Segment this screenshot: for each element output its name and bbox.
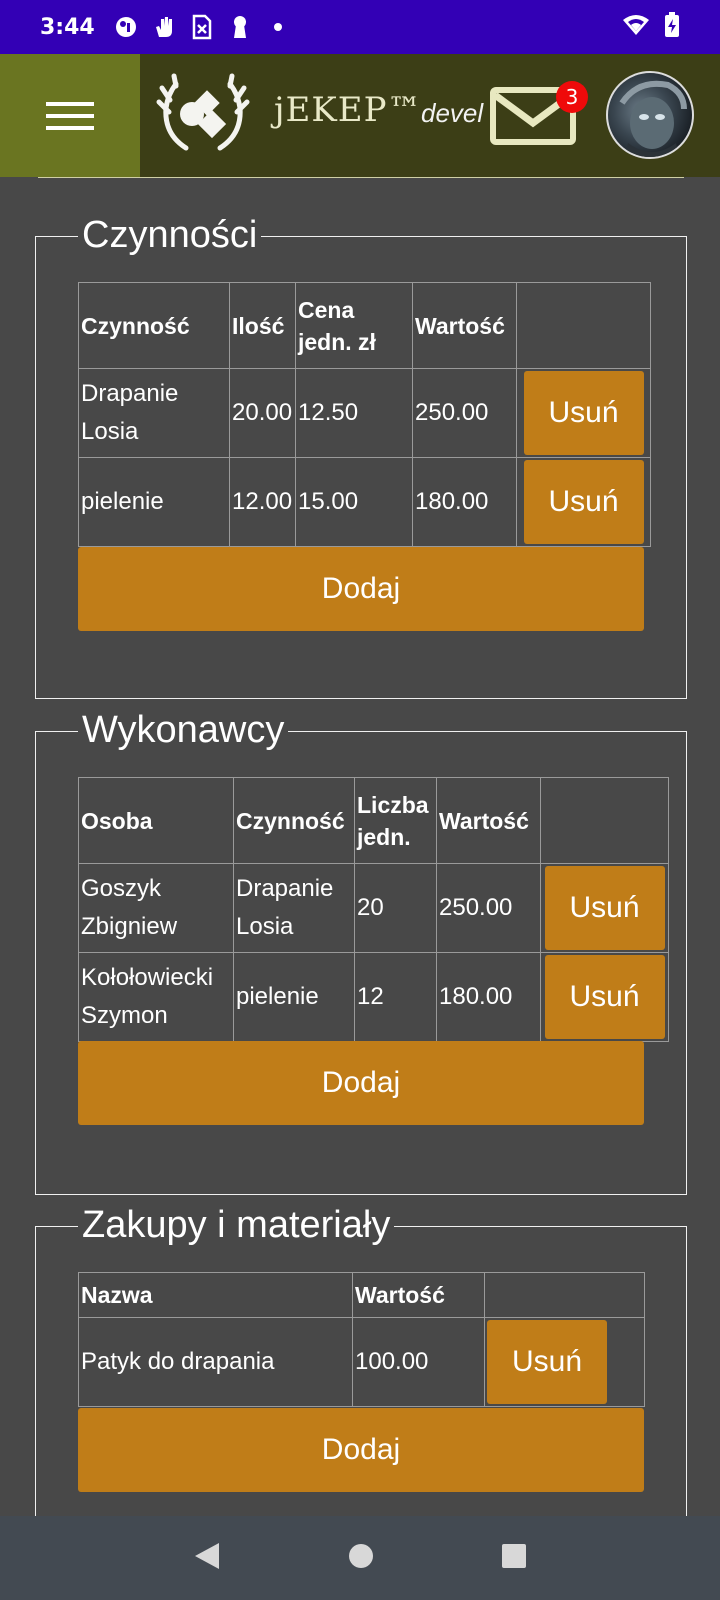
delete-button[interactable]: Usuń bbox=[544, 955, 665, 1039]
purchases-title: Zakupy i materiały bbox=[78, 1203, 395, 1247]
column-header: Czynność bbox=[233, 777, 355, 864]
column-header: Liczba jedn. bbox=[354, 777, 437, 864]
cell-price: 15.00 bbox=[295, 457, 413, 547]
table-row: pielenie 12.00 15.00 180.00 Usuń bbox=[78, 457, 651, 547]
hand-icon bbox=[151, 14, 177, 40]
column-header: Wartość bbox=[412, 282, 517, 369]
table-row: Drapanie Losia 20.00 12.50 250.00 Usuń bbox=[78, 368, 651, 458]
contractors-table: Osoba Czynność Liczba jedn. Wartość Gosz… bbox=[78, 777, 669, 1042]
cell-person: Kołołowiecki Szymon bbox=[78, 952, 234, 1042]
mail-count-badge: 3 bbox=[556, 81, 588, 113]
cell-units: 12 bbox=[354, 952, 437, 1042]
column-header: Osoba bbox=[78, 777, 234, 864]
column-header-empty bbox=[540, 777, 669, 864]
table-row: Goszyk Zbigniew Drapanie Losia 20 250.00… bbox=[78, 863, 669, 953]
antlers-logo[interactable] bbox=[156, 72, 250, 156]
cell-activity: Drapanie Losia bbox=[233, 863, 355, 953]
cell-activity: pielenie bbox=[233, 952, 355, 1042]
cell-action: Usuń bbox=[540, 952, 669, 1042]
cell-name: Patyk do drapania bbox=[78, 1317, 353, 1407]
column-header: Wartość bbox=[352, 1272, 485, 1318]
cell-value: 180.00 bbox=[436, 952, 541, 1042]
table-row: Kołołowiecki Szymon pielenie 12 180.00 U… bbox=[78, 952, 669, 1042]
delete-button[interactable]: Usuń bbox=[544, 866, 665, 950]
app-header: jEKEP™ devel 3 bbox=[0, 54, 720, 177]
delete-button[interactable]: Usuń bbox=[523, 460, 644, 544]
column-header: Cena jedn. zł bbox=[295, 282, 413, 369]
column-header-empty bbox=[516, 282, 651, 369]
back-icon[interactable] bbox=[193, 1541, 221, 1576]
cell-price: 12.50 bbox=[295, 368, 413, 458]
cell-person: Goszyk Zbigniew bbox=[78, 863, 234, 953]
delete-button[interactable]: Usuń bbox=[487, 1320, 607, 1404]
cell-value: 250.00 bbox=[436, 863, 541, 953]
cell-action: Usuń bbox=[484, 1317, 645, 1407]
column-header: Wartość bbox=[436, 777, 541, 864]
contractors-section: Wykonawcy Osoba Czynność Liczba jedn. Wa… bbox=[35, 708, 687, 1195]
cell-units: 20 bbox=[354, 863, 437, 953]
keyhole-icon bbox=[227, 14, 253, 40]
delete-button[interactable]: Usuń bbox=[523, 371, 644, 455]
status-time: 3:44 bbox=[40, 14, 95, 40]
avatar[interactable] bbox=[606, 71, 694, 159]
activities-section: Czynności Czynność Ilość Cena jedn. zł W… bbox=[35, 213, 687, 699]
table-header-row: Czynność Ilość Cena jedn. zł Wartość bbox=[78, 282, 651, 369]
purchases-table: Nazwa Wartość Patyk do drapania 100.00 U… bbox=[78, 1272, 645, 1407]
recents-icon[interactable] bbox=[501, 1543, 527, 1574]
activities-title: Czynności bbox=[78, 213, 262, 257]
activities-table: Czynność Ilość Cena jedn. zł Wartość Dra… bbox=[78, 282, 651, 547]
purchases-section: Zakupy i materiały Nazwa Wartość Patyk d… bbox=[35, 1203, 687, 1546]
cell-action: Usuń bbox=[516, 368, 651, 458]
table-row: Patyk do drapania 100.00 Usuń bbox=[78, 1317, 645, 1407]
menu-button[interactable] bbox=[0, 54, 140, 177]
hamburger-icon bbox=[46, 101, 94, 130]
add-contractor-button[interactable]: Dodaj bbox=[78, 1041, 644, 1125]
cell-action: Usuń bbox=[516, 457, 651, 547]
system-nav-bar bbox=[0, 1516, 720, 1600]
dot-icon bbox=[265, 14, 291, 40]
contractors-title: Wykonawcy bbox=[78, 708, 289, 752]
cell-qty: 20.00 bbox=[229, 368, 296, 458]
column-header: Ilość bbox=[229, 282, 296, 369]
environment-label: devel bbox=[421, 98, 484, 128]
sim-icon bbox=[189, 14, 215, 40]
status-bar: 3:44 bbox=[0, 0, 720, 54]
brand-name: jEKEP™ bbox=[274, 90, 423, 130]
cell-qty: 12.00 bbox=[229, 457, 296, 547]
cell-value: 100.00 bbox=[352, 1317, 485, 1407]
header-divider bbox=[38, 177, 684, 178]
cell-value: 250.00 bbox=[412, 368, 517, 458]
add-purchase-button[interactable]: Dodaj bbox=[78, 1408, 644, 1492]
cell-activity: pielenie bbox=[78, 457, 230, 547]
wifi-icon bbox=[622, 14, 650, 41]
messenger-icon bbox=[113, 14, 139, 40]
table-header-row: Osoba Czynność Liczba jedn. Wartość bbox=[78, 777, 669, 864]
table-header-row: Nazwa Wartość bbox=[78, 1272, 645, 1318]
battery-charging-icon bbox=[664, 11, 680, 43]
add-activity-button[interactable]: Dodaj bbox=[78, 547, 644, 631]
cell-action: Usuń bbox=[540, 863, 669, 953]
column-header: Nazwa bbox=[78, 1272, 353, 1318]
cell-activity: Drapanie Losia bbox=[78, 368, 230, 458]
column-header: Czynność bbox=[78, 282, 230, 369]
cell-value: 180.00 bbox=[412, 457, 517, 547]
home-icon[interactable] bbox=[347, 1542, 375, 1575]
column-header-empty bbox=[484, 1272, 645, 1318]
